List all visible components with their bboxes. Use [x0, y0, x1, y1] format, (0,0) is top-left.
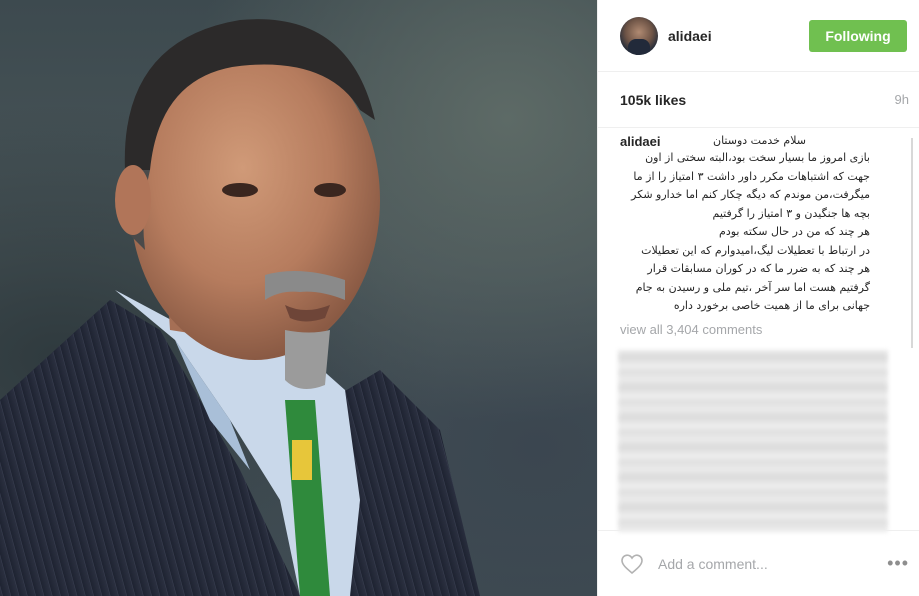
caption-line: در ارتباط با تعطیلات لیگ،امیدوارم که این…: [641, 243, 870, 257]
post-time[interactable]: 9h: [895, 92, 909, 107]
caption-line: هر چند که به ضرر ما که در کوران مسابقات …: [647, 262, 870, 275]
following-button[interactable]: Following: [809, 19, 907, 52]
man-portrait-illustration: [0, 19, 480, 596]
view-all-comments-link[interactable]: view all 3,404 comments: [620, 322, 907, 337]
caption-line: میگرفت،من موندم که دیگه چکار کنم اما خدا…: [631, 188, 870, 201]
caption-line: جهانی برای ما از همیت خاصی برخورد داره: [673, 299, 870, 312]
post-sidebar: alidaei Following 105k likes 9h alidaei …: [597, 0, 919, 596]
blurred-comments: [618, 350, 888, 532]
caption-line: هر چند که من در حال سکته بودم: [719, 225, 870, 238]
caption-first-line: سلام خدمت دوستان: [713, 134, 807, 147]
likes-count[interactable]: 105k likes: [620, 92, 686, 108]
comment-input[interactable]: [656, 554, 888, 573]
caption-line: جهت که اشتباهات مکرر داور داشت ۳ امتیاز …: [633, 169, 870, 183]
post-photo[interactable]: [0, 0, 597, 596]
caption-line: بازی امروز ما بسیار سخت بود،البته سختی ا…: [645, 151, 870, 164]
post-header: alidaei Following: [598, 0, 919, 72]
username-link[interactable]: alidaei: [668, 28, 809, 44]
caption-line: گرفتیم هست اما سر آخر ،تیم ملی و رسیدن ب…: [635, 280, 870, 294]
caption-line: بچه ها جنگیدن و ۳ امتیاز را گرفتیم: [712, 206, 870, 220]
likes-row: 105k likes 9h: [598, 72, 919, 128]
instagram-post: alidaei Following 105k likes 9h alidaei …: [0, 0, 919, 596]
more-options-icon[interactable]: •••: [887, 553, 909, 574]
avatar[interactable]: [620, 16, 658, 55]
caption-scrollbar[interactable]: [911, 138, 913, 348]
caption-text: بازی امروز ما بسیار سخت بود،البته سختی ا…: [620, 149, 870, 316]
comment-footer: •••: [598, 530, 919, 596]
heart-icon[interactable]: [620, 552, 644, 576]
